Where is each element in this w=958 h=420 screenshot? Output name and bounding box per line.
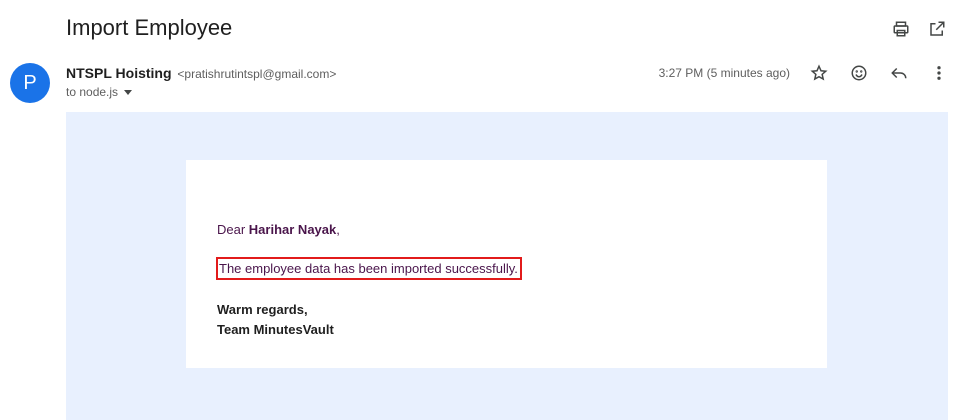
sender-email: <pratishrutintspl@gmail.com> xyxy=(177,67,337,81)
recipient-label: to node.js xyxy=(66,85,119,99)
emoji-icon[interactable] xyxy=(848,62,870,84)
email-subject: Import Employee xyxy=(66,15,233,40)
sender-line: NTSPL Hoisting <pratishrutintspl@gmail.c… xyxy=(66,65,336,81)
recipient-details-toggle[interactable]: to node.js xyxy=(66,85,133,99)
signoff-line-2: Team MinutesVault xyxy=(217,322,334,337)
message-text: The employee data has been imported succ… xyxy=(219,261,518,276)
print-icon[interactable] xyxy=(890,18,912,40)
highlighted-message: The employee data has been imported succ… xyxy=(216,257,522,280)
timestamp: 3:27 PM (5 minutes ago) xyxy=(658,66,790,80)
open-in-new-icon[interactable] xyxy=(926,18,948,40)
star-icon[interactable] xyxy=(808,62,830,84)
recipient-name: Harihar Nayak xyxy=(248,222,337,237)
avatar[interactable]: P xyxy=(10,63,50,103)
reply-icon[interactable] xyxy=(888,62,910,84)
signoff-line-1: Warm regards, xyxy=(217,302,308,317)
more-vert-icon[interactable] xyxy=(928,62,950,84)
message-meta: 3:27 PM (5 minutes ago) xyxy=(659,62,950,84)
signoff: Warm regards, Team MinutesVault xyxy=(217,300,334,340)
sender-name[interactable]: NTSPL Hoisting xyxy=(66,65,172,81)
greeting: Dear Harihar Nayak, xyxy=(217,222,340,237)
email-body-panel: Dear Harihar Nayak, The employee data ha… xyxy=(66,112,948,420)
chevron-down-icon[interactable] xyxy=(124,89,133,95)
email-card: Dear Harihar Nayak, The employee data ha… xyxy=(186,160,827,368)
email-view: Import Employee P NTSPL Hoisting <pratis… xyxy=(0,0,958,420)
top-actions xyxy=(890,18,948,40)
